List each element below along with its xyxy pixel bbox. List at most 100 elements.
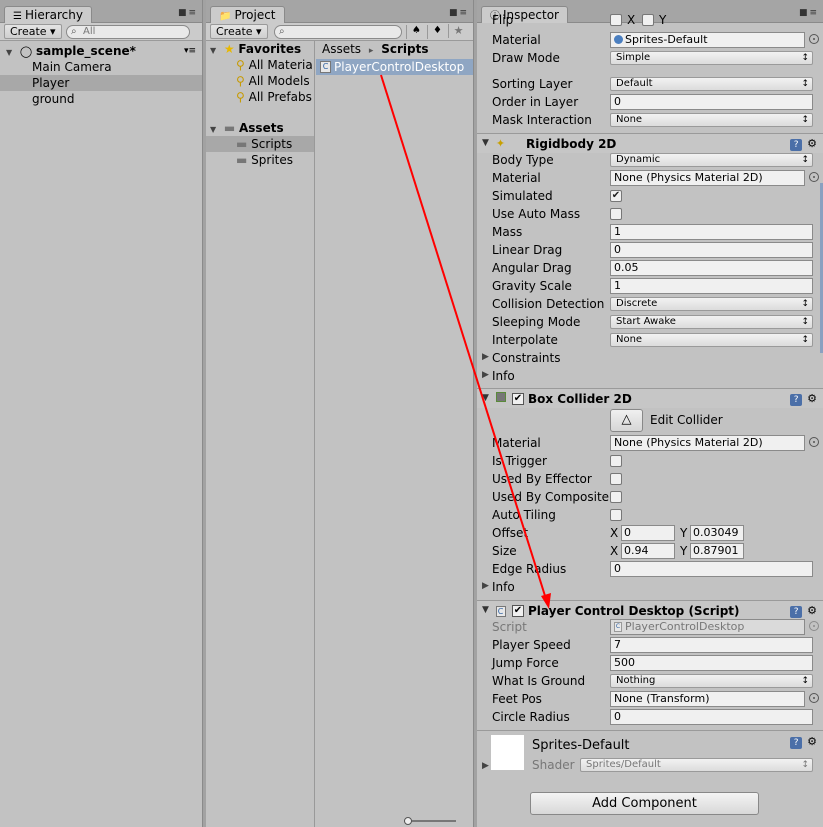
gear-icon[interactable]: ⚙ [807, 392, 817, 405]
add-component-button[interactable]: Add Component [530, 792, 759, 815]
help-book-icon[interactable]: ? [790, 139, 803, 151]
scene-menu-icon[interactable]: ▾≡ [184, 43, 196, 59]
tab-project[interactable]: 📁 Project [210, 6, 285, 23]
object-picker-icon[interactable] [809, 693, 819, 703]
material-field[interactable]: Sprites-Default [610, 32, 805, 48]
object-picker-icon [809, 621, 819, 631]
bc-material-row: Material None (Physics Material 2D) [477, 434, 823, 452]
auto-tiling-checkbox[interactable] [610, 509, 622, 521]
favorite-item[interactable]: ⚲ All Materia [206, 57, 314, 73]
file-item-selected[interactable]: C PlayerControlDesktop [316, 59, 473, 75]
sorting-layer-dropdown[interactable]: Default [610, 77, 813, 91]
flip-row: Flip X Y [477, 11, 823, 29]
favorites-row[interactable]: ▼ ★ Favorites [206, 41, 314, 57]
y-axis-label: Y [680, 544, 688, 558]
draw-mode-dropdown[interactable]: Simple [610, 51, 813, 65]
fold-closed-icon[interactable]: ▶ [482, 370, 489, 380]
hierarchy-item[interactable]: Main Camera [0, 59, 202, 75]
help-book-icon[interactable]: ? [790, 737, 803, 749]
breadcrumb-root[interactable]: Assets [322, 42, 361, 56]
breadcrumb-separator: ▸ [368, 46, 374, 56]
component-header-icons: ? ⚙ [790, 392, 817, 406]
tab-hierarchy[interactable]: ☰ Hierarchy [4, 6, 92, 23]
circle-radius-field[interactable]: 0 [610, 709, 813, 725]
gravity-scale-field[interactable]: 1 [610, 278, 813, 294]
dropdown-value: None [616, 114, 643, 125]
project-search-input[interactable] [274, 25, 402, 39]
scene-row[interactable]: ▼ ◯ sample_scene* ▾≡ [0, 43, 202, 59]
size-y-field[interactable]: 0.87901 [690, 543, 744, 559]
sleeping-mode-dropdown[interactable]: Start Awake [610, 315, 813, 329]
help-book-icon[interactable]: ? [790, 394, 803, 406]
body-type-dropdown[interactable]: Dynamic [610, 153, 813, 167]
collision-detection-dropdown[interactable]: Discrete [610, 297, 813, 311]
physics-material-field[interactable]: None (Physics Material 2D) [610, 170, 805, 186]
script-component-header[interactable]: ▼ C Player Control Desktop (Script) ?⚙ [477, 600, 823, 620]
gear-icon[interactable]: ⚙ [807, 137, 817, 150]
material-thumbnail [491, 735, 524, 770]
help-book-icon[interactable]: ? [790, 606, 803, 618]
shader-dropdown[interactable]: Sprites/Default [580, 758, 813, 772]
object-picker-icon[interactable] [809, 437, 819, 447]
rigidbody2d-header[interactable]: ▼ ✦ Rigidbody 2D ? ⚙ [477, 133, 823, 153]
offset-y-field[interactable]: 0.03049 [690, 525, 744, 541]
simulated-checkbox[interactable] [610, 190, 622, 202]
component-enabled-checkbox[interactable] [512, 605, 524, 617]
hierarchy-search-input[interactable]: All [66, 25, 190, 39]
fold-open-icon[interactable]: ▼ [482, 138, 489, 148]
fold-open-icon[interactable]: ▼ [482, 393, 489, 403]
filter-type-icon[interactable]: ♠ [406, 25, 426, 39]
mass-field[interactable]: 1 [610, 224, 813, 240]
used-by-effector-checkbox[interactable] [610, 473, 622, 485]
flip-x-checkbox[interactable] [610, 14, 622, 26]
order-in-layer-field[interactable]: 0 [610, 94, 813, 110]
jump-force-field[interactable]: 500 [610, 655, 813, 671]
dropdown-value: Simple [616, 52, 651, 63]
breadcrumb-current[interactable]: Scripts [381, 42, 428, 56]
favorite-item[interactable]: ⚲ All Prefabs [206, 89, 314, 105]
hierarchy-create-button[interactable]: Create ▾ [4, 24, 62, 39]
object-picker-icon[interactable] [809, 172, 819, 182]
angular-drag-field[interactable]: 0.05 [610, 260, 813, 276]
used-by-composite-checkbox[interactable] [610, 491, 622, 503]
fold-closed-icon[interactable]: ▶ [482, 761, 489, 771]
filter-label-icon[interactable]: ♦ [427, 25, 447, 39]
player-speed-field[interactable]: 7 [610, 637, 813, 653]
hierarchy-item-selected[interactable]: Player [0, 75, 202, 91]
physics-material-field[interactable]: None (Physics Material 2D) [610, 435, 805, 451]
folder-item[interactable]: ▬ Sprites [206, 152, 314, 168]
object-picker-icon[interactable] [809, 34, 819, 44]
fold-closed-icon[interactable]: ▶ [482, 352, 489, 362]
favorite-item[interactable]: ⚲ All Models [206, 73, 314, 89]
fold-open-icon[interactable]: ▼ [482, 605, 489, 615]
fold-closed-icon[interactable]: ▶ [482, 581, 489, 591]
favorite-star-icon[interactable]: ★ [448, 24, 468, 38]
interpolate-dropdown[interactable]: None [610, 333, 813, 347]
project-create-button[interactable]: Create ▾ [210, 24, 268, 39]
is-trigger-checkbox[interactable] [610, 455, 622, 467]
folder-item-selected[interactable]: ▬ Scripts [206, 136, 314, 152]
size-x-field[interactable]: 0.94 [621, 543, 675, 559]
flip-y-checkbox[interactable] [642, 14, 654, 26]
boxcollider2d-header[interactable]: ▼ Box Collider 2D ?⚙ [477, 388, 823, 408]
hierarchy-item[interactable]: ground [0, 91, 202, 107]
favorites-label: Favorites [238, 42, 302, 56]
panel-lock-menu-icon[interactable]: ■≡ [178, 8, 198, 18]
what-is-ground-dropdown[interactable]: Nothing [610, 674, 813, 688]
gear-icon[interactable]: ⚙ [807, 604, 817, 617]
is-trigger-row: Is Trigger [477, 452, 823, 470]
interpolate-row: Interpolate None [477, 331, 823, 349]
edge-radius-field[interactable]: 0 [610, 561, 813, 577]
zoom-slider[interactable] [404, 817, 456, 825]
feet-pos-field[interactable]: None (Transform) [610, 691, 805, 707]
auto-mass-checkbox[interactable] [610, 208, 622, 220]
assets-row[interactable]: ▼ ▬ Assets [206, 120, 314, 136]
offset-x-field[interactable]: 0 [621, 525, 675, 541]
mask-interaction-dropdown[interactable]: None [610, 113, 813, 127]
gear-icon[interactable]: ⚙ [807, 735, 817, 748]
edit-collider-button[interactable]: △ [610, 409, 643, 432]
zoom-slider-thumb[interactable] [404, 817, 412, 825]
component-enabled-checkbox[interactable] [512, 393, 524, 405]
linear-drag-field[interactable]: 0 [610, 242, 813, 258]
panel-lock-menu-icon[interactable]: ■≡ [449, 8, 469, 18]
